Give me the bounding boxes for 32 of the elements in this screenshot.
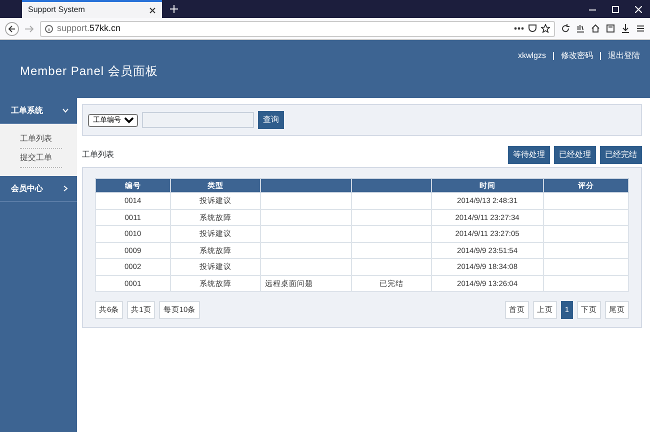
maximize-icon[interactable] xyxy=(612,6,619,12)
reader-icon[interactable] xyxy=(606,24,615,33)
header-link[interactable]: 修改密码 xyxy=(561,50,593,62)
reload-icon[interactable] xyxy=(561,24,570,33)
back-icon[interactable] xyxy=(5,22,19,36)
menu-icon[interactable] xyxy=(636,24,645,33)
chevron-right-icon xyxy=(62,185,69,192)
address-bar[interactable]: support.57kk.cn xyxy=(40,20,555,36)
header-link[interactable]: 退出登陆 xyxy=(608,50,640,62)
search-field[interactable] xyxy=(142,112,254,128)
home-icon[interactable] xyxy=(591,24,600,33)
library-icon[interactable] xyxy=(576,24,585,33)
filter-button[interactable]: 已经完结 xyxy=(600,146,642,164)
more-icon[interactable] xyxy=(514,27,524,30)
submenu-item[interactable]: 提交工单 xyxy=(20,149,62,168)
close-icon[interactable] xyxy=(149,6,156,14)
url-text: support.57kk.cn xyxy=(57,22,121,35)
list-title: 工单列表 xyxy=(82,149,114,161)
new-tab-icon[interactable] xyxy=(170,5,178,13)
search-button[interactable]: 查询 xyxy=(258,111,284,129)
info-icon[interactable] xyxy=(45,24,53,32)
submenu-item[interactable]: 工单列表 xyxy=(20,130,62,149)
star-icon[interactable] xyxy=(541,24,550,33)
tab-title: Support System xyxy=(28,4,85,16)
filter-button[interactable]: 等待处理 xyxy=(508,146,550,164)
user-name: xkwlgzs xyxy=(518,50,546,62)
pocket-icon[interactable] xyxy=(528,24,537,33)
browser-tab[interactable]: Support System xyxy=(22,0,162,18)
filter-button[interactable]: 已经处理 xyxy=(554,146,596,164)
download-icon[interactable] xyxy=(621,24,630,33)
chevron-down-icon xyxy=(62,107,69,114)
panel-title: Member Panel 会员面板 xyxy=(20,63,158,80)
